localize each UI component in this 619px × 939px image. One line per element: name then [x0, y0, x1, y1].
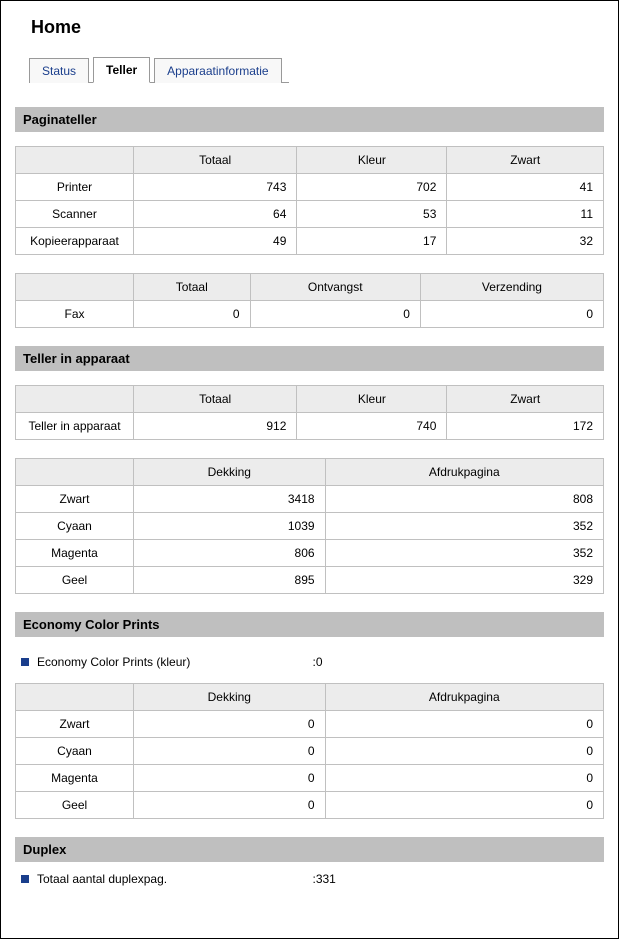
col-zwart: Zwart [447, 147, 604, 174]
section-paginateller-header: Paginateller [15, 107, 604, 132]
cell-value: 0 [325, 792, 603, 819]
cell-value: 743 [134, 174, 297, 201]
tab-teller[interactable]: Teller [93, 57, 150, 83]
cell-value: 702 [297, 174, 447, 201]
col-dekking: Dekking [134, 684, 326, 711]
table-row: Cyaan 1039 352 [16, 513, 604, 540]
cell-value: 0 [420, 301, 603, 328]
section-teller-in-apparaat-header: Teller in apparaat [15, 346, 604, 371]
row-label: Printer [16, 174, 134, 201]
duplex-kv-value: :331 [313, 872, 605, 886]
row-label: Fax [16, 301, 134, 328]
col-verzending: Verzending [420, 274, 603, 301]
bullet-icon [21, 875, 29, 883]
cell-value: 0 [325, 738, 603, 765]
row-label: Zwart [16, 486, 134, 513]
economy-kv: Economy Color Prints (kleur) :0 [15, 651, 604, 683]
tab-status[interactable]: Status [29, 58, 89, 83]
table-row: Zwart 0 0 [16, 711, 604, 738]
cell-value: 64 [134, 201, 297, 228]
economy-kv-value: :0 [313, 655, 605, 669]
page-title: Home [31, 17, 604, 38]
cell-value: 0 [134, 301, 251, 328]
cell-value: 912 [134, 413, 297, 440]
section-duplex-header: Duplex [15, 837, 604, 862]
table-row: Kopieerapparaat 49 17 32 [16, 228, 604, 255]
cell-value: 11 [447, 201, 604, 228]
section-economy-header: Economy Color Prints [15, 612, 604, 637]
cell-value: 329 [325, 567, 603, 594]
col-kleur: Kleur [297, 147, 447, 174]
table-row: Zwart 3418 808 [16, 486, 604, 513]
col-afdrukpagina: Afdrukpagina [325, 459, 603, 486]
tab-apparaatinformatie[interactable]: Apparaatinformatie [154, 58, 281, 83]
col-afdrukpagina: Afdrukpagina [325, 684, 603, 711]
table-row: Geel 0 0 [16, 792, 604, 819]
row-label: Geel [16, 792, 134, 819]
cell-value: 806 [134, 540, 326, 567]
table-row: Magenta 0 0 [16, 765, 604, 792]
economy-kv-label: Economy Color Prints (kleur) [37, 655, 190, 669]
cell-value: 0 [134, 765, 326, 792]
cell-value: 0 [134, 711, 326, 738]
row-label: Scanner [16, 201, 134, 228]
cell-value: 172 [447, 413, 604, 440]
cell-value: 41 [447, 174, 604, 201]
row-label: Magenta [16, 540, 134, 567]
table-row: Cyaan 0 0 [16, 738, 604, 765]
cell-value: 740 [297, 413, 447, 440]
cell-value: 0 [250, 301, 420, 328]
cell-value: 3418 [134, 486, 326, 513]
cell-value: 0 [325, 711, 603, 738]
bullet-icon [21, 658, 29, 666]
tab-bar: Status Teller Apparaatinformatie [29, 56, 289, 83]
cell-value: 0 [134, 738, 326, 765]
row-label: Cyaan [16, 738, 134, 765]
cell-value: 352 [325, 513, 603, 540]
duplex-kv: Totaal aantal duplexpag. :331 [15, 868, 604, 890]
cell-value: 895 [134, 567, 326, 594]
row-label: Teller in apparaat [16, 413, 134, 440]
duplex-kv-label: Totaal aantal duplexpag. [37, 872, 167, 886]
cell-value: 808 [325, 486, 603, 513]
cell-value: 0 [325, 765, 603, 792]
col-ontvangst: Ontvangst [250, 274, 420, 301]
fax-table: Totaal Ontvangst Verzending Fax 0 0 0 [15, 273, 604, 328]
table-row: Geel 895 329 [16, 567, 604, 594]
table-row: Scanner 64 53 11 [16, 201, 604, 228]
table-row: Magenta 806 352 [16, 540, 604, 567]
cell-value: 32 [447, 228, 604, 255]
col-kleur: Kleur [297, 386, 447, 413]
table-row: Fax 0 0 0 [16, 301, 604, 328]
col-zwart: Zwart [447, 386, 604, 413]
cell-value: 53 [297, 201, 447, 228]
row-label: Zwart [16, 711, 134, 738]
cell-value: 0 [134, 792, 326, 819]
col-totaal: Totaal [134, 147, 297, 174]
cell-value: 1039 [134, 513, 326, 540]
cell-value: 49 [134, 228, 297, 255]
table-row: Teller in apparaat 912 740 172 [16, 413, 604, 440]
row-label: Kopieerapparaat [16, 228, 134, 255]
teller-in-apparaat-table: Totaal Kleur Zwart Teller in apparaat 91… [15, 385, 604, 440]
col-dekking: Dekking [134, 459, 326, 486]
table-row: Printer 743 702 41 [16, 174, 604, 201]
coverage-table: Dekking Afdrukpagina Zwart 3418 808 Cyaa… [15, 458, 604, 594]
row-label: Geel [16, 567, 134, 594]
row-label: Magenta [16, 765, 134, 792]
cell-value: 352 [325, 540, 603, 567]
paginateller-table: Totaal Kleur Zwart Printer 743 702 41 Sc… [15, 146, 604, 255]
col-totaal: Totaal [134, 386, 297, 413]
col-totaal: Totaal [134, 274, 251, 301]
row-label: Cyaan [16, 513, 134, 540]
economy-coverage-table: Dekking Afdrukpagina Zwart 0 0 Cyaan 0 0… [15, 683, 604, 819]
cell-value: 17 [297, 228, 447, 255]
